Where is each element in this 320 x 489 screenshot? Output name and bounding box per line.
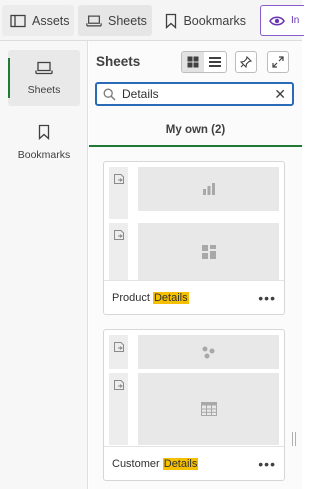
sheet-icon [86, 13, 102, 29]
search-input[interactable] [122, 87, 262, 101]
sheet-card-footer: Product Details ••• [104, 280, 284, 314]
bookmark-icon [164, 13, 177, 29]
bookmarks-button[interactable]: Bookmarks [156, 5, 254, 36]
search-match-highlight: Details [162, 457, 199, 470]
insights-button[interactable]: In [260, 5, 304, 36]
eye-icon [269, 13, 285, 29]
rail-item-label: Sheets [27, 83, 61, 96]
sheet-object-icon [113, 380, 124, 390]
assets-label: Assets [32, 13, 70, 28]
sheet-thumbnail-strip [109, 223, 128, 280]
sheet-thumbnail-strip [109, 167, 128, 219]
grid-icon [187, 56, 199, 68]
sheet-icon [35, 61, 53, 78]
list-icon [209, 57, 221, 67]
sheet-card-customer-details[interactable]: Customer Details ••• [103, 329, 285, 481]
sheet-thumbnail [109, 167, 279, 280]
sheets-label: Sheets [108, 13, 147, 28]
assets-button[interactable]: Assets [2, 5, 74, 36]
bar-chart-icon [202, 183, 215, 195]
kpi-placeholder [138, 223, 279, 280]
table-icon [200, 402, 217, 416]
bar-chart-placeholder [138, 167, 279, 211]
more-options-icon[interactable]: ••• [258, 290, 276, 306]
sheet-object-icon [113, 174, 124, 184]
sheet-object-icon [113, 342, 124, 352]
sheets-panel: Sheets ✕ My own (2) [89, 41, 302, 489]
pin-icon [240, 56, 252, 68]
list-view-button[interactable] [204, 52, 226, 72]
pin-button[interactable] [235, 51, 257, 73]
dashboard-icon [201, 244, 216, 259]
bookmarks-label: Bookmarks [183, 13, 246, 28]
bookmark-icon [38, 124, 50, 143]
sheet-thumbnail-strip [109, 373, 128, 445]
left-rail: Sheets Bookmarks [0, 41, 88, 489]
sheet-card-footer: Customer Details ••• [104, 446, 284, 480]
scatter-chart-icon [202, 346, 214, 359]
rail-item-sheets[interactable]: Sheets [8, 50, 80, 106]
table-placeholder [138, 373, 279, 445]
search-icon [103, 88, 116, 100]
sheet-card-product-details[interactable]: Product Details ••• [103, 161, 285, 315]
tab-label: My own (2) [165, 124, 226, 136]
sheet-thumbnail-strip [109, 335, 128, 369]
more-options-icon[interactable]: ••• [258, 456, 276, 472]
sheet-name-prefix: Product [112, 291, 153, 304]
expand-icon [272, 56, 284, 68]
panel-title: Sheets [96, 54, 141, 69]
grid-view-button[interactable] [182, 52, 204, 72]
sheet-thumbnail [109, 335, 279, 445]
search-field[interactable]: ✕ [95, 82, 294, 106]
tab-my-own[interactable]: My own (2) [89, 115, 302, 147]
rail-item-bookmarks[interactable]: Bookmarks [8, 114, 80, 170]
active-indicator [8, 58, 10, 98]
top-toolbar: Assets Sheets Bookmarks In [0, 0, 304, 41]
insights-label: In [291, 15, 300, 26]
clear-icon[interactable]: ✕ [274, 87, 286, 101]
sheet-name-prefix: Customer [112, 457, 163, 470]
rail-item-label: Bookmarks [17, 148, 71, 161]
sheets-button[interactable]: Sheets [78, 5, 152, 36]
sheet-object-icon [113, 230, 124, 240]
search-match-highlight: Details [152, 291, 189, 304]
panel-resize-handle[interactable] [292, 432, 298, 446]
panel-icon [10, 13, 26, 29]
view-toggle [181, 51, 227, 73]
expand-button[interactable] [267, 51, 289, 73]
scatter-chart-placeholder [138, 335, 279, 369]
